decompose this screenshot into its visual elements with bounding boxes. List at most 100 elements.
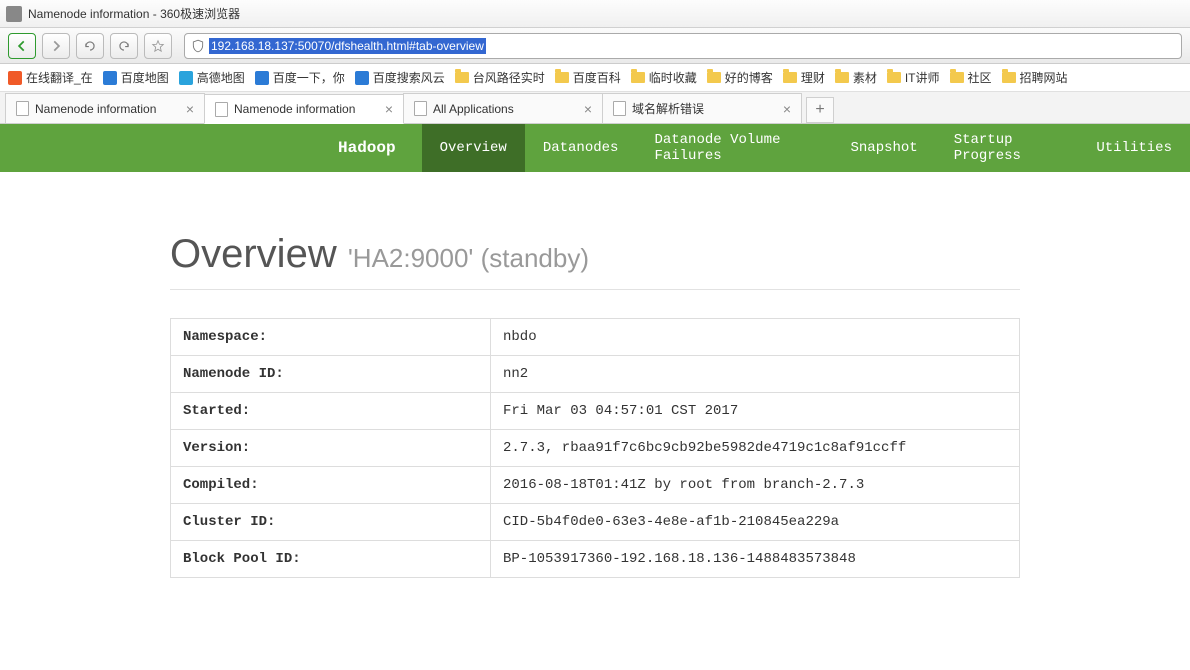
page-icon [414, 101, 427, 116]
tab-strip: Namenode information×Namenode informatio… [0, 92, 1190, 124]
browser-tab[interactable]: All Applications × [403, 93, 603, 123]
row-key: Compiled: [171, 467, 491, 504]
forward-button[interactable] [42, 33, 70, 59]
site-icon [179, 71, 193, 85]
bookmark-label: 好的博客 [725, 69, 773, 86]
folder-icon [835, 72, 849, 83]
reload-button[interactable] [76, 33, 104, 59]
table-row: Started:Fri Mar 03 04:57:01 CST 2017 [171, 393, 1020, 430]
bookmark-label: 百度搜索风云 [373, 69, 445, 86]
bookmark-label: 百度一下，你 [273, 69, 345, 86]
address-bar[interactable]: 192.168.18.137:50070/dfshealth.html#tab-… [184, 33, 1182, 59]
table-row: Namespace:nbdo [171, 319, 1020, 356]
nav-item[interactable]: Overview [422, 124, 525, 172]
bookmark-label: 招聘网站 [1020, 69, 1068, 86]
window-title: Namenode information - 360极速浏览器 [28, 5, 240, 22]
tab-label: Namenode information [35, 102, 156, 116]
folder-icon [950, 72, 964, 83]
bookmark-item[interactable]: 素材 [835, 69, 877, 86]
nav-item[interactable]: Datanode Volume Failures [636, 124, 832, 172]
folder-icon [1002, 72, 1016, 83]
nav-item[interactable]: Startup Progress [936, 124, 1079, 172]
bookmark-label: 百度地图 [121, 69, 169, 86]
bookmark-item[interactable]: 招聘网站 [1002, 69, 1068, 86]
bookmark-label: 素材 [853, 69, 877, 86]
back-button[interactable] [8, 33, 36, 59]
nav-item[interactable]: Datanodes [525, 124, 637, 172]
bookmark-item[interactable]: 高德地图 [179, 69, 245, 86]
page-icon [16, 101, 29, 116]
hadoop-nav: Hadoop OverviewDatanodesDatanode Volume … [0, 124, 1190, 172]
close-icon[interactable]: × [783, 101, 791, 117]
bookmark-label: 理财 [801, 69, 825, 86]
undo-icon [117, 39, 131, 53]
bookmark-item[interactable]: 理财 [783, 69, 825, 86]
site-icon [8, 71, 22, 85]
hadoop-brand[interactable]: Hadoop [320, 124, 422, 172]
row-key: Version: [171, 430, 491, 467]
row-value: Fri Mar 03 04:57:01 CST 2017 [491, 393, 1020, 430]
row-key: Cluster ID: [171, 504, 491, 541]
page-icon [215, 102, 228, 117]
bookmark-item[interactable]: IT讲师 [887, 69, 940, 86]
window-favicon [6, 6, 22, 22]
bookmark-label: 高德地图 [197, 69, 245, 86]
arrow-left-icon [15, 39, 29, 53]
folder-icon [783, 72, 797, 83]
star-icon [151, 39, 165, 53]
tab-label: 域名解析错误 [632, 100, 704, 117]
row-key: Started: [171, 393, 491, 430]
shield-icon [191, 39, 205, 53]
bookmark-item[interactable]: 在线翻译_在 [8, 69, 93, 86]
close-icon[interactable]: × [385, 101, 393, 117]
page-icon [613, 101, 626, 116]
row-value: CID-5b4f0de0-63e3-4e8e-af1b-210845ea229a [491, 504, 1020, 541]
nav-item[interactable]: Utilities [1078, 124, 1190, 172]
bookmark-item[interactable]: 临时收藏 [631, 69, 697, 86]
close-icon[interactable]: × [584, 101, 592, 117]
site-icon [255, 71, 269, 85]
bookmark-item[interactable]: 百度一下，你 [255, 69, 345, 86]
folder-icon [631, 72, 645, 83]
main-content: Overview 'HA2:9000' (standby) Namespace:… [170, 172, 1020, 598]
page-viewport: Hadoop OverviewDatanodesDatanode Volume … [0, 124, 1190, 670]
new-tab-button[interactable]: + [806, 97, 834, 123]
browser-toolbar: 192.168.18.137:50070/dfshealth.html#tab-… [0, 28, 1190, 64]
row-key: Namespace: [171, 319, 491, 356]
folder-icon [707, 72, 721, 83]
table-row: Compiled:2016-08-18T01:41Z by root from … [171, 467, 1020, 504]
reload-icon [83, 39, 97, 53]
bookmark-item[interactable]: 好的博客 [707, 69, 773, 86]
bookmark-label: 台风路径实时 [473, 69, 545, 86]
table-row: Block Pool ID:BP-1053917360-192.168.18.1… [171, 541, 1020, 578]
row-value: 2.7.3, rbaa91f7c6bc9cb92be5982de4719c1c8… [491, 430, 1020, 467]
window-title-bar: Namenode information - 360极速浏览器 [0, 0, 1190, 28]
browser-tab[interactable]: Namenode information × [5, 93, 205, 123]
row-value: nn2 [491, 356, 1020, 393]
folder-icon [887, 72, 901, 83]
browser-tab[interactable]: 域名解析错误 × [602, 93, 802, 123]
heading-text: Overview [170, 232, 337, 276]
bookmark-item[interactable]: 百度地图 [103, 69, 169, 86]
bookmark-label: 在线翻译_在 [26, 69, 93, 86]
bookmark-label: 临时收藏 [649, 69, 697, 86]
bookmark-item[interactable]: 台风路径实时 [455, 69, 545, 86]
row-key: Namenode ID: [171, 356, 491, 393]
row-value: 2016-08-18T01:41Z by root from branch-2.… [491, 467, 1020, 504]
undo-button[interactable] [110, 33, 138, 59]
bookmark-item[interactable]: 社区 [950, 69, 992, 86]
row-key: Block Pool ID: [171, 541, 491, 578]
folder-icon [555, 72, 569, 83]
nav-item[interactable]: Snapshot [832, 124, 935, 172]
row-value: BP-1053917360-192.168.18.136-14884835738… [491, 541, 1020, 578]
tab-label: All Applications [433, 102, 514, 116]
browser-tab[interactable]: Namenode information× [204, 94, 404, 124]
overview-table: Namespace:nbdoNamenode ID:nn2Started:Fri… [170, 318, 1020, 578]
bookmark-label: 百度百科 [573, 69, 621, 86]
close-icon[interactable]: × [186, 101, 194, 117]
bookmark-item[interactable]: 百度百科 [555, 69, 621, 86]
bookmark-item[interactable]: 百度搜索风云 [355, 69, 445, 86]
favorite-button[interactable] [144, 33, 172, 59]
site-icon [355, 71, 369, 85]
table-row: Version:2.7.3, rbaa91f7c6bc9cb92be5982de… [171, 430, 1020, 467]
